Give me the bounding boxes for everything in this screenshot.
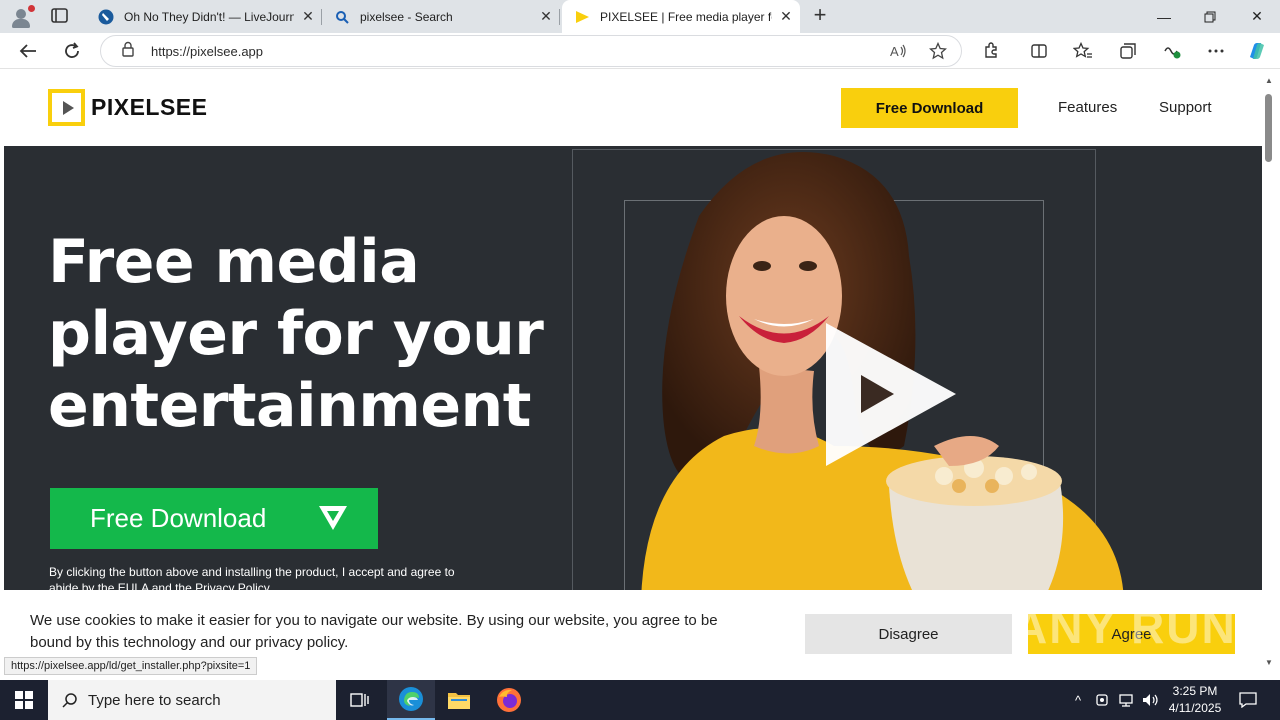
pixelsee-favicon-icon [574,9,590,25]
back-icon[interactable] [14,37,42,65]
logo-text: PIXELSEE [91,94,208,120]
notifications-icon[interactable] [1236,680,1260,720]
show-hidden-icons[interactable]: ^ [1068,680,1088,720]
file-explorer-icon[interactable] [435,680,483,720]
nav-features[interactable]: Features [1058,99,1117,116]
taskbar-search-placeholder[interactable]: Type here to search [88,692,221,709]
tab-strip: Oh No They Didn't! — LiveJournal ✕ pixel… [0,0,1280,33]
firefox-icon[interactable] [485,680,533,720]
refresh-icon[interactable] [58,37,86,65]
address-bar[interactable]: https://pixelsee.app [100,35,962,67]
status-bar-url: https://pixelsee.app/ld/get_installer.ph… [4,657,258,675]
volume-icon[interactable] [1140,680,1162,720]
tab-livejournal[interactable]: Oh No They Didn't! — LiveJournal ✕ [86,0,322,33]
more-options-icon[interactable] [1202,37,1230,65]
tab-search[interactable]: pixelsee - Search ✕ [322,0,560,33]
page-scrollbar[interactable]: ▲ ▼ [1262,70,1276,676]
taskbar-search[interactable]: Type here to search [48,680,336,720]
cookie-disagree-button[interactable]: Disagree [805,614,1012,654]
favorites-icon[interactable] [1069,37,1097,65]
anyrun-watermark: ANY RUN [1014,601,1237,653]
copilot-icon[interactable] [1243,37,1271,65]
scroll-up-icon[interactable]: ▲ [1265,76,1273,85]
taskbar-clock[interactable]: 3:25 PM 4/11/2025 [1160,683,1230,717]
new-tab-icon[interactable]: + [808,4,832,28]
lock-icon[interactable] [121,41,139,62]
tab-pixelsee[interactable]: PIXELSEE | Free media player for your en… [562,0,800,33]
browser-essentials-icon[interactable] [1158,37,1186,65]
edge-taskbar-icon[interactable] [387,680,435,720]
close-icon[interactable]: ✕ [532,8,560,25]
scroll-thumb[interactable] [1265,94,1272,162]
search-icon [334,9,350,25]
restore-icon[interactable] [1187,0,1233,33]
hero-title: Free media player for your entertainment [48,227,544,441]
search-icon [62,693,77,708]
meet-now-icon[interactable] [1092,680,1112,720]
read-aloud-icon[interactable]: A [884,37,912,65]
network-icon[interactable] [1116,680,1138,720]
svg-text:A: A [890,44,899,59]
tab-title: PIXELSEE | Free media player for your en… [600,9,772,24]
scroll-down-icon[interactable]: ▼ [1265,658,1273,667]
close-icon[interactable]: ✕ [294,8,322,25]
tab-title: Oh No They Didn't! — LiveJournal [124,9,294,24]
site-logo[interactable]: PIXELSEE [48,89,207,126]
nav-support[interactable]: Support [1159,99,1212,116]
extensions-icon[interactable] [977,37,1005,65]
collections-icon[interactable] [1114,37,1142,65]
close-icon[interactable]: ✕ [772,8,800,25]
favorite-star-icon[interactable] [924,37,952,65]
close-window-icon[interactable]: ✕ [1234,0,1280,33]
browser-toolbar: https://pixelsee.app A [0,33,1280,69]
pixelsee-logo-icon [48,89,85,126]
tab-title: pixelsee - Search [360,9,453,24]
windows-icon [15,691,33,709]
minimize-icon[interactable]: — [1141,0,1187,33]
profile-avatar-icon[interactable] [8,4,35,30]
tab-actions-icon[interactable] [50,7,70,25]
hero-download-label: Free Download [90,503,267,533]
download-arrow-icon [319,506,347,530]
cookie-text: We use cookies to make it easier for you… [30,612,718,651]
hero-download-button[interactable]: Free Download [50,488,378,549]
livejournal-icon [98,9,114,25]
clock-time: 3:25 PM [1172,684,1218,698]
clock-date: 4/11/2025 [1168,701,1222,715]
site-header: PIXELSEE Free Download Features Support [4,70,1262,146]
header-download-button[interactable]: Free Download [841,88,1018,128]
split-screen-icon[interactable] [1025,37,1053,65]
url-text[interactable]: https://pixelsee.app [151,44,263,59]
start-button[interactable] [0,680,48,720]
page-viewport: PIXELSEE Free Download Features Support [4,70,1262,676]
task-view-icon[interactable] [336,680,384,720]
taskbar: Type here to search ^ 3:25 PM 4/11/2025 [0,680,1280,720]
